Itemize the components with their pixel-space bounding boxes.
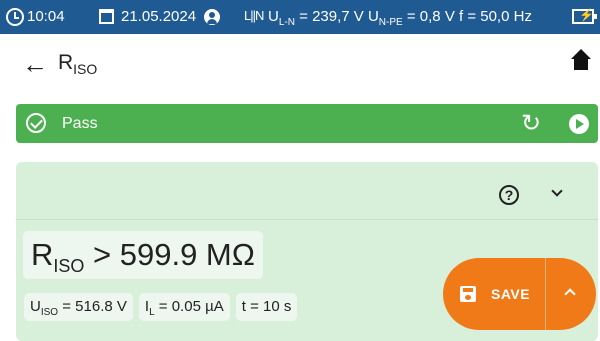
uln-label: U bbox=[268, 8, 279, 25]
chip-label: U bbox=[30, 298, 41, 315]
person-icon bbox=[204, 9, 220, 25]
home-icon[interactable] bbox=[571, 49, 591, 74]
status-time: 10:04 bbox=[27, 8, 65, 25]
battery-charging-icon: ⚡ bbox=[572, 8, 597, 24]
main-result: RISO > 599.9 MΩ bbox=[23, 231, 263, 279]
status-bar: 10:04 21.05.2024 L||N UL-N = 239,7 V UN-… bbox=[0, 0, 600, 34]
result-symbol: R bbox=[31, 237, 54, 272]
chip-value: = 0.05 µA bbox=[154, 298, 224, 315]
chevron-down-icon[interactable] bbox=[551, 185, 563, 197]
uln-sub: L-N bbox=[278, 17, 295, 28]
play-circle-icon[interactable] bbox=[569, 114, 589, 134]
title-symbol: R bbox=[58, 51, 74, 74]
title-sub: ISO bbox=[73, 61, 98, 78]
uln-value: = 239,7 V bbox=[294, 8, 368, 25]
socket-icon: L||N bbox=[244, 8, 264, 23]
status-date: 21.05.2024 bbox=[121, 8, 197, 25]
result-value: > 599.9 MΩ bbox=[84, 237, 255, 272]
clock-icon bbox=[6, 8, 24, 26]
sub-results: UISO = 516.8 V IL = 0.05 µA t = 10 s bbox=[24, 293, 298, 321]
help-icon[interactable]: ? bbox=[499, 185, 519, 205]
chip-il: IL = 0.05 µA bbox=[138, 293, 230, 321]
unpe-label: U bbox=[367, 8, 379, 25]
panel-divider bbox=[16, 219, 598, 220]
save-label: SAVE bbox=[491, 286, 531, 302]
chip-value: = 516.8 V bbox=[58, 298, 127, 315]
unpe-value: = 0,8 V f = 50,0 Hz bbox=[402, 8, 532, 25]
save-divider bbox=[545, 258, 546, 330]
chip-time: t = 10 s bbox=[235, 293, 298, 321]
check-circle-icon bbox=[26, 113, 46, 133]
pass-status-bar: Pass ↻ bbox=[16, 104, 598, 143]
chip-uiso: UISO = 516.8 V bbox=[24, 293, 133, 321]
arrow-left-icon[interactable]: ← bbox=[22, 49, 48, 80]
retry-icon[interactable]: ↻ bbox=[521, 109, 541, 138]
page-title: RISO bbox=[58, 51, 97, 77]
chevron-up-icon[interactable] bbox=[564, 288, 576, 300]
chip-value: t = 10 s bbox=[241, 298, 292, 315]
measurement-readout: UL-N = 239,7 V UN-PE = 0,8 V f = 50,0 Hz bbox=[268, 8, 532, 28]
app-header: ← RISO bbox=[0, 34, 600, 96]
chip-sub: ISO bbox=[40, 307, 59, 318]
result-sub: ISO bbox=[53, 256, 85, 277]
floppy-disk-icon bbox=[460, 286, 476, 302]
calendar-icon bbox=[99, 9, 114, 24]
save-button[interactable]: SAVE bbox=[443, 258, 596, 330]
pass-label: Pass bbox=[62, 115, 98, 132]
unpe-sub: N-PE bbox=[378, 17, 403, 28]
